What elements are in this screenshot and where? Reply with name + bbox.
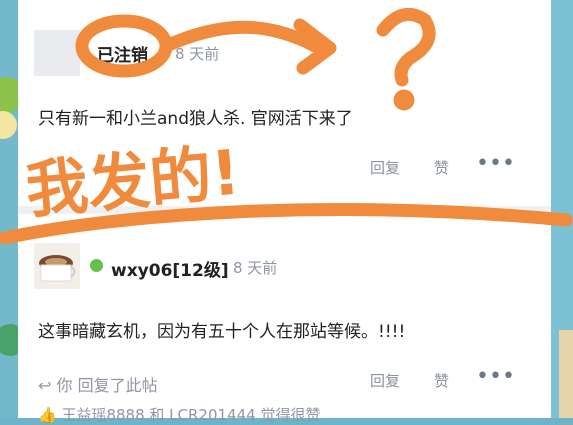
post-username[interactable]: wxy06[12级]: [111, 256, 229, 281]
online-status-dot: [90, 259, 103, 272]
post-time: 8 天前: [175, 45, 220, 63]
avatar[interactable]: [34, 30, 80, 76]
avatar[interactable]: [34, 243, 80, 289]
coffee-cup-image: [34, 243, 80, 289]
thumbs-up-icon: 👍: [38, 406, 57, 424]
you-replied-text: 你 回复了此帖: [56, 376, 158, 395]
post-content: 这事暗藏玄机，因为有五十个人在那站等候。!!!!: [38, 322, 406, 342]
post-time: 8 天前: [233, 259, 278, 277]
post-divider: [18, 206, 551, 214]
reply-button[interactable]: 回复: [370, 370, 400, 391]
more-icon[interactable]: •••: [476, 364, 515, 389]
like-button[interactable]: 赞: [434, 370, 449, 391]
background-right-decoration: [551, 0, 573, 418]
reply-button[interactable]: 回复: [370, 157, 400, 178]
likes-text: 王益瑶8888 和 LCR201444 觉得很赞: [61, 406, 321, 424]
post-content: 只有新一和小兰and狼人杀. 官网活下来了: [38, 109, 353, 129]
background-left-decoration: [0, 0, 20, 418]
like-button[interactable]: 赞: [434, 157, 449, 178]
reply-arrow-icon: ↩: [38, 376, 52, 395]
post-username[interactable]: 已注销: [97, 41, 148, 66]
you-replied-link[interactable]: ↩ 你 回复了此帖: [38, 372, 158, 396]
likes-summary: 👍 王益瑶8888 和 LCR201444 觉得很赞: [38, 404, 320, 425]
more-icon[interactable]: •••: [476, 151, 515, 176]
